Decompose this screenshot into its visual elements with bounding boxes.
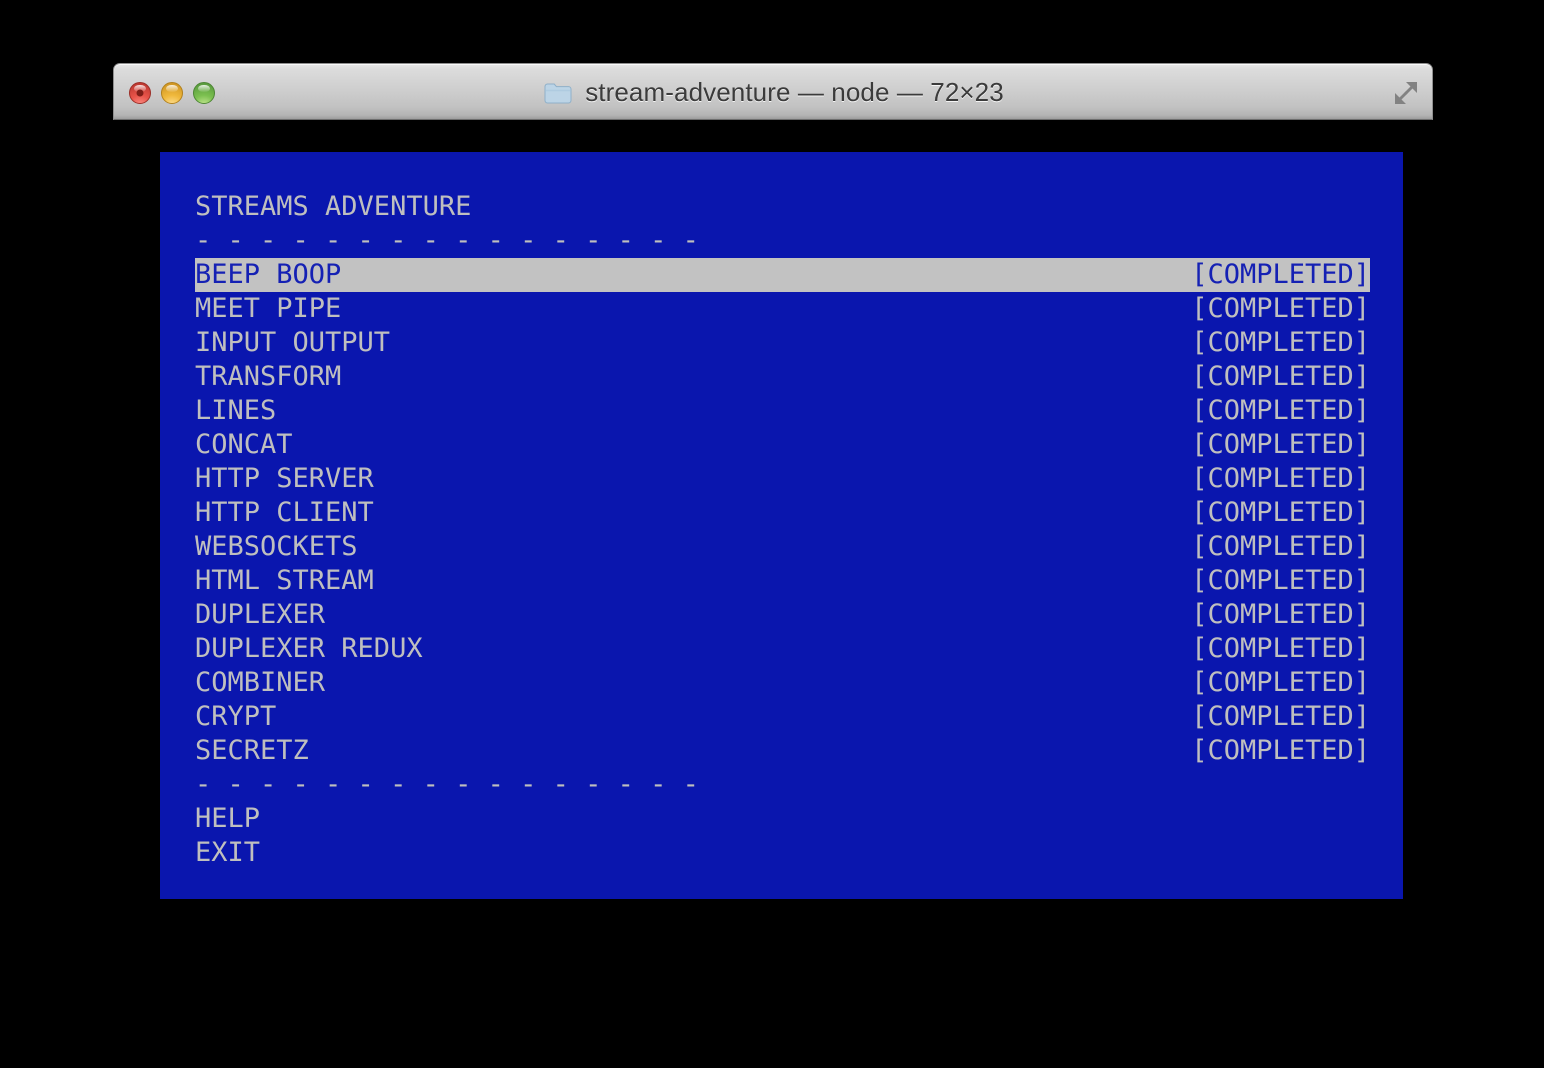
list-item-label: CONCAT	[195, 429, 293, 460]
menu-item-help[interactable]: HELP	[195, 802, 1403, 836]
list-item[interactable]: SECRETZ [COMPLETED]	[195, 734, 1403, 768]
status-badge: [COMPLETED]	[1191, 497, 1370, 528]
list-item-label: WEBSOCKETS	[195, 531, 358, 562]
status-badge: [COMPLETED]	[1191, 531, 1370, 562]
list-item-label: HTTP CLIENT	[195, 497, 374, 528]
status-badge: [COMPLETED]	[1191, 361, 1370, 392]
minimize-button[interactable]	[161, 82, 183, 104]
window-titlebar[interactable]: stream-adventure — node — 72×23	[113, 63, 1433, 120]
list-item-label: HTML STREAM	[195, 565, 374, 596]
list-item[interactable]: DUPLEXER REDUX [COMPLETED]	[195, 632, 1403, 666]
status-badge: [COMPLETED]	[1191, 633, 1370, 664]
status-badge: [COMPLETED]	[1191, 463, 1370, 494]
list-item-label: MEET PIPE	[195, 293, 342, 324]
list-item[interactable]: COMBINER [COMPLETED]	[195, 666, 1403, 700]
status-badge: [COMPLETED]	[1191, 395, 1370, 426]
list-item[interactable]: WEBSOCKETS [COMPLETED]	[195, 530, 1403, 564]
folder-icon	[544, 82, 572, 104]
list-item-label: LINES	[195, 395, 277, 426]
fullscreen-icon[interactable]	[1391, 78, 1421, 108]
list-item[interactable]: HTML STREAM [COMPLETED]	[195, 564, 1403, 598]
status-badge: [COMPLETED]	[1191, 327, 1370, 358]
status-badge: [COMPLETED]	[1191, 429, 1370, 460]
window-title-group: stream-adventure — node — 72×23	[114, 64, 1434, 121]
zoom-button[interactable]	[193, 82, 215, 104]
separator-top: - - - - - - - - - - - - - - - -	[195, 225, 699, 256]
terminal-screen[interactable]: STREAMS ADVENTURE - - - - - - - - - - - …	[160, 152, 1403, 899]
status-badge: [COMPLETED]	[1191, 599, 1370, 630]
list-item-label: INPUT OUTPUT	[195, 327, 391, 358]
terminal-content: STREAMS ADVENTURE - - - - - - - - - - - …	[195, 190, 1403, 899]
close-button[interactable]	[129, 82, 151, 104]
list-item[interactable]: BEEP BOOP [COMPLETED]	[195, 258, 1403, 292]
list-item[interactable]: HTTP CLIENT [COMPLETED]	[195, 496, 1403, 530]
separator-bottom: - - - - - - - - - - - - - - - -	[195, 769, 699, 800]
status-badge: [COMPLETED]	[1191, 701, 1370, 732]
list-item-label: DUPLEXER REDUX	[195, 633, 423, 664]
menu-item-exit[interactable]: EXIT	[195, 836, 1403, 870]
app-heading: STREAMS ADVENTURE	[195, 191, 472, 222]
list-item[interactable]: DUPLEXER [COMPLETED]	[195, 598, 1403, 632]
list-item-label: SECRETZ	[195, 735, 309, 766]
terminal-window: stream-adventure — node — 72×23 STREAMS …	[113, 63, 1433, 899]
status-badge: [COMPLETED]	[1191, 667, 1370, 698]
window-traffic-lights	[129, 82, 215, 104]
list-item-label: COMBINER	[195, 667, 326, 698]
list-item[interactable]: CONCAT [COMPLETED]	[195, 428, 1403, 462]
status-badge: [COMPLETED]	[1191, 293, 1370, 324]
list-item[interactable]: HTTP SERVER [COMPLETED]	[195, 462, 1403, 496]
list-item-label: BEEP BOOP	[195, 259, 342, 290]
window-title: stream-adventure — node — 72×23	[585, 77, 1004, 107]
list-item[interactable]: LINES [COMPLETED]	[195, 394, 1403, 428]
list-item[interactable]: MEET PIPE [COMPLETED]	[195, 292, 1403, 326]
status-badge: [COMPLETED]	[1191, 259, 1370, 290]
screen: stream-adventure — node — 72×23 STREAMS …	[0, 0, 1544, 1068]
list-item-label: CRYPT	[195, 701, 277, 732]
list-item-label: DUPLEXER	[195, 599, 326, 630]
status-badge: [COMPLETED]	[1191, 565, 1370, 596]
list-item[interactable]: TRANSFORM [COMPLETED]	[195, 360, 1403, 394]
list-item-label: HTTP SERVER	[195, 463, 374, 494]
status-badge: [COMPLETED]	[1191, 735, 1370, 766]
list-item-label: TRANSFORM	[195, 361, 342, 392]
list-item[interactable]: INPUT OUTPUT [COMPLETED]	[195, 326, 1403, 360]
list-item[interactable]: CRYPT [COMPLETED]	[195, 700, 1403, 734]
